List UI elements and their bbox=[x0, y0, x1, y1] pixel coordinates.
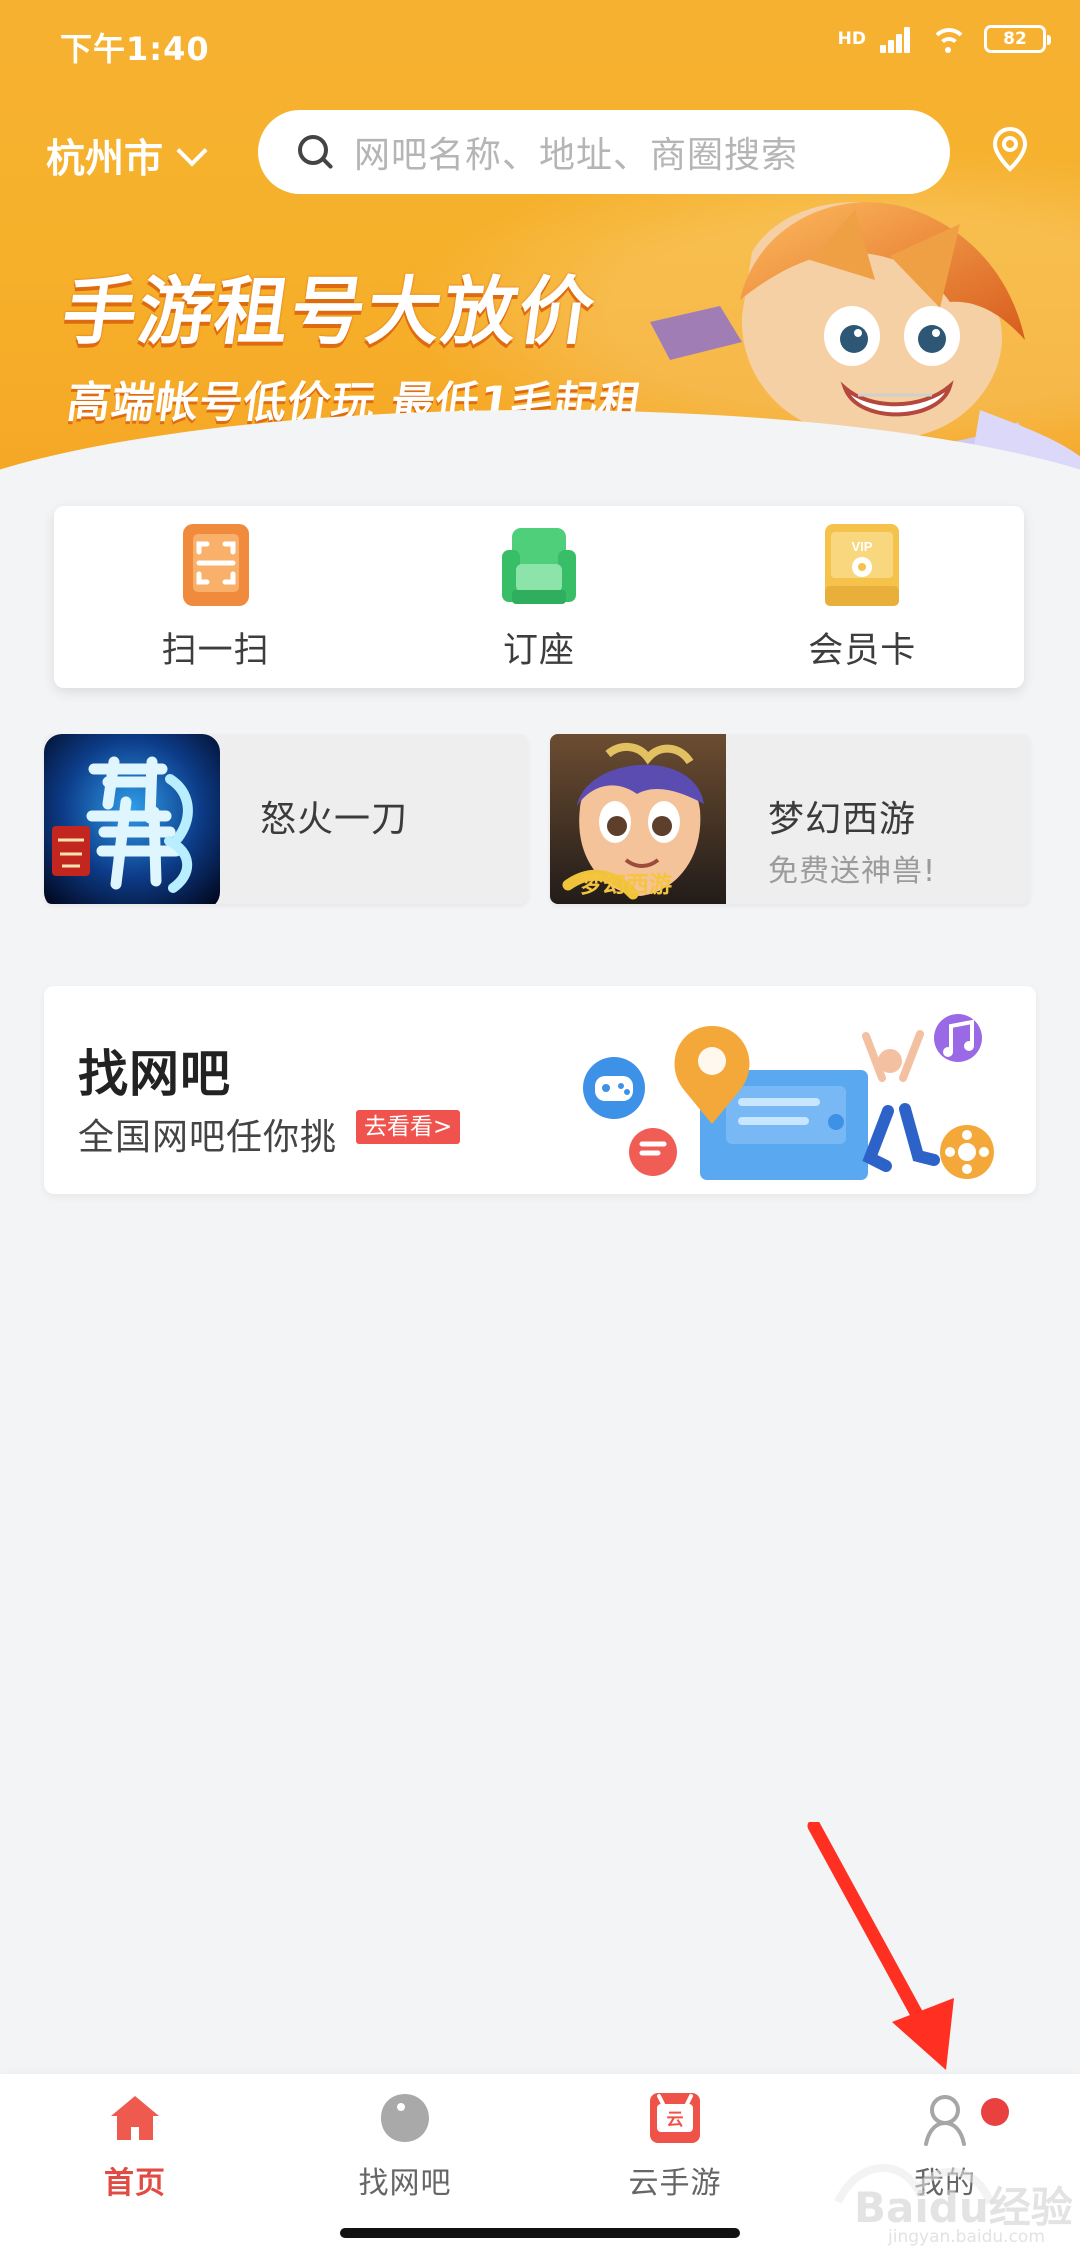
scan-icon bbox=[182, 524, 249, 606]
city-selector[interactable]: 杭州市 bbox=[46, 128, 208, 184]
status-icons: HD 82 bbox=[837, 25, 1051, 53]
game-card-nuhuo[interactable]: 怒火一刀 bbox=[44, 734, 528, 904]
wifi-icon bbox=[928, 25, 970, 53]
network-label: HD bbox=[837, 28, 866, 49]
search-icon bbox=[298, 135, 332, 169]
svg-text:jingyan.baidu.com: jingyan.baidu.com bbox=[887, 2227, 1045, 2247]
watermark-text: Baidu经验 bbox=[854, 2183, 1073, 2232]
vip-card-label: 会员卡 bbox=[808, 631, 917, 671]
seat-label: 订座 bbox=[502, 631, 575, 671]
banner-subtitle: 高端帐号低价玩 最低1毛起租 bbox=[63, 378, 646, 428]
cloud-game-icon: 云 bbox=[650, 2093, 700, 2143]
find-cafe-card[interactable]: 找网吧 全国网吧任你挑 去看看> bbox=[44, 986, 1036, 1194]
nav-cloud-game[interactable]: 云 云手游 bbox=[585, 2086, 765, 2216]
game-name-menghuan: 梦幻西游 bbox=[768, 799, 917, 840]
find-cafe-illustration bbox=[583, 1014, 994, 1180]
nav-cloud-game-label: 云手游 bbox=[628, 2166, 722, 2201]
game-thumbnail-menghuan: 梦幻西游 bbox=[550, 734, 726, 904]
find-cafe-title: 找网吧 bbox=[78, 1045, 231, 1103]
search-input[interactable]: 网吧名称、地址、商圈搜索 bbox=[258, 110, 950, 194]
quick-action-vip-card[interactable]: VIP 会员卡 bbox=[732, 506, 992, 688]
vip-card-icon: VIP bbox=[825, 524, 900, 606]
location-pin-icon[interactable] bbox=[987, 126, 1033, 172]
banner-section[interactable]: 下午1:40 HD 82 杭州市 网吧名称、地址、商圈搜索 手游租号大放价 高端… bbox=[0, 0, 1080, 540]
game-card-menghuan[interactable]: 梦幻西游 梦幻西游 免费送神兽! bbox=[550, 734, 1030, 904]
profile-icon bbox=[924, 2095, 966, 2146]
status-bar: 下午1:40 HD 82 bbox=[0, 0, 1080, 88]
notification-dot bbox=[981, 2098, 1009, 2126]
svg-text:梦幻西游: 梦幻西游 bbox=[580, 871, 672, 898]
nav-home[interactable]: 首页 bbox=[45, 2086, 225, 2216]
city-label: 杭州市 bbox=[46, 137, 164, 182]
battery-icon: 82 bbox=[984, 25, 1051, 53]
game-name-nuhuo: 怒火一刀 bbox=[260, 799, 409, 840]
nav-find-cafe[interactable]: 找网吧 bbox=[315, 2086, 495, 2216]
seat-icon bbox=[501, 528, 576, 604]
quick-action-scan[interactable]: 扫一扫 bbox=[86, 506, 346, 688]
status-time: 下午1:40 bbox=[60, 30, 210, 68]
svg-text:云: 云 bbox=[667, 2110, 684, 2130]
nav-home-label: 首页 bbox=[104, 2166, 166, 2201]
home-indicator bbox=[340, 2228, 740, 2238]
banner-character-image bbox=[650, 202, 1080, 530]
quick-action-seat[interactable]: 订座 bbox=[409, 506, 669, 688]
svg-text:VIP: VIP bbox=[852, 539, 873, 554]
signal-icon bbox=[872, 25, 914, 53]
home-icon bbox=[111, 2096, 159, 2140]
game-subtitle-menghuan: 免费送神兽! bbox=[768, 854, 937, 889]
chevron-down-icon bbox=[176, 135, 208, 167]
find-cafe-subtitle: 全国网吧任你挑 bbox=[78, 1117, 338, 1158]
scan-label: 扫一扫 bbox=[161, 631, 270, 671]
banner-title: 手游租号大放价 bbox=[57, 269, 602, 355]
baidu-jingyan-watermark: Baidu经验 jingyan.baidu.com bbox=[834, 2164, 1073, 2247]
search-placeholder: 网吧名称、地址、商圈搜索 bbox=[354, 135, 799, 176]
nav-find-cafe-label: 找网吧 bbox=[358, 2166, 452, 2201]
game-thumbnail-nuhuo bbox=[44, 734, 220, 904]
annotation-arrow bbox=[807, 1822, 954, 2070]
quick-actions-card: 扫一扫 订座 VIP 会员卡 bbox=[54, 506, 1024, 688]
find-cafe-icon bbox=[381, 2094, 429, 2142]
find-cafe-link[interactable]: 去看看> bbox=[356, 1110, 461, 1144]
